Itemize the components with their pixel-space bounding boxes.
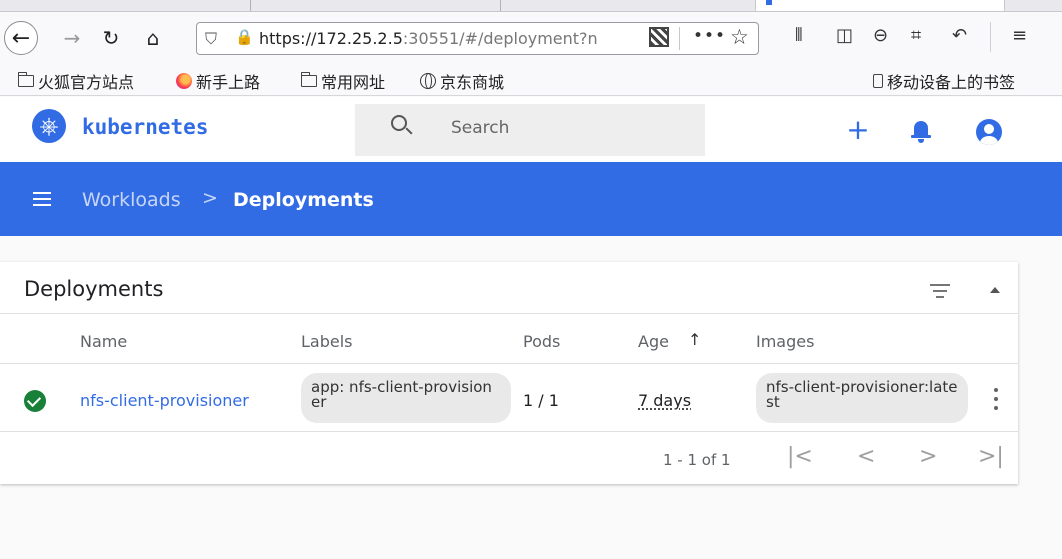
label-chip: app: nfs-client-provisioner — [301, 373, 511, 423]
account-icon[interactable]: ⊖ — [873, 25, 888, 46]
arrow-left-icon: ← — [11, 25, 31, 51]
bookmark-label: 京东商城 — [440, 73, 505, 92]
create-button[interactable]: + — [843, 113, 873, 146]
page-actions-icon[interactable]: ••• — [693, 26, 726, 46]
folder-icon — [17, 72, 34, 87]
pagination-range: 1 - 1 of 1 — [663, 451, 731, 469]
previous-page-button[interactable]: < — [857, 444, 875, 469]
home-button[interactable]: ⌂ — [137, 22, 169, 54]
more-vert-icon[interactable] — [994, 388, 998, 410]
insecure-lock-icon[interactable]: 🔒 ▲ — [235, 28, 254, 46]
home-icon: ⌂ — [146, 26, 160, 50]
column-header-pods: Pods — [523, 332, 561, 351]
toolbar: Workloads > Deployments — [0, 162, 1062, 236]
tracking-shield-icon[interactable]: ⛉ — [205, 29, 217, 49]
mobile-bookmarks[interactable]: 移动设备上的书签 — [873, 69, 1015, 93]
divider — [0, 313, 1018, 314]
next-page-button[interactable]: > — [919, 444, 937, 469]
menu-icon[interactable] — [33, 192, 51, 206]
reload-button[interactable]: ↻ — [95, 22, 127, 54]
filter-icon[interactable] — [930, 284, 950, 298]
last-page-button[interactable]: >| — [978, 444, 1004, 469]
bookmark-label: 常用网址 — [321, 73, 386, 92]
collapse-icon[interactable] — [990, 287, 1000, 293]
search-input[interactable] — [451, 118, 671, 138]
bookmark-item[interactable]: 火狐官方站点 — [17, 69, 135, 93]
url-path: :30551/#/deployment?n — [402, 29, 598, 48]
url-divider — [679, 27, 680, 50]
card-title: Deployments — [24, 277, 164, 301]
page-title: Deployments — [233, 189, 374, 211]
pods-count: 1 / 1 — [523, 391, 559, 410]
back-button[interactable]: ← — [4, 21, 38, 55]
undo-close-icon[interactable]: ↶ — [952, 25, 967, 46]
bookmark-item[interactable]: 新手上路 — [176, 69, 260, 93]
column-header-labels: Labels — [301, 332, 353, 351]
bookmark-label: 新手上路 — [196, 73, 261, 92]
app-name[interactable]: kubernetes — [82, 115, 208, 139]
arrow-right-icon: → — [63, 26, 81, 50]
notifications-button[interactable] — [911, 121, 933, 143]
breadcrumb-separator: > — [202, 187, 218, 209]
status-success-icon — [24, 390, 46, 412]
forward-button[interactable]: → — [56, 22, 88, 54]
browser-tab-strip — [0, 0, 1062, 12]
deployments-card: Deployments Name Labels Pods Age ↑ Image… — [0, 262, 1018, 484]
tab-separator — [500, 0, 501, 11]
screenshot-icon[interactable]: ⌗ — [911, 25, 921, 46]
library-icon[interactable]: ⫴ — [795, 25, 803, 46]
kubernetes-favicon-icon — [766, 0, 772, 5]
bookmark-label: 火狐官方站点 — [38, 73, 135, 92]
column-header-images: Images — [756, 332, 815, 351]
url-text[interactable]: https://172.25.2.5:30551/#/deployment?n — [259, 29, 639, 48]
globe-icon — [420, 73, 436, 89]
folder-icon — [300, 72, 317, 87]
bookmark-star-icon[interactable]: ☆ — [730, 25, 749, 49]
column-header-name[interactable]: Name — [80, 332, 127, 351]
url-bar[interactable]: ⛉ 🔒 ▲ https://172.25.2.5:30551/#/deployme… — [196, 22, 759, 55]
kubernetes-logo-icon[interactable]: ⎈ — [32, 109, 66, 143]
tab-separator — [250, 0, 251, 11]
qr-code-icon[interactable] — [649, 27, 669, 47]
firefox-icon — [176, 73, 192, 89]
mobile-device-icon — [873, 74, 883, 88]
first-page-button[interactable]: |< — [787, 444, 813, 469]
sidebar-icon[interactable]: ◫ — [836, 25, 853, 46]
reload-icon: ↻ — [102, 26, 120, 50]
bookmarks-bar: 火狐官方站点 新手上路 常用网址 京东商城 移动设备上的书签 — [0, 63, 1062, 96]
search-box[interactable] — [355, 104, 705, 156]
divider — [0, 431, 1018, 432]
column-header-age[interactable]: Age — [638, 332, 669, 351]
divider — [0, 363, 1018, 364]
toolbar-divider — [990, 22, 991, 52]
app-header: ⎈ kubernetes + — [0, 97, 1062, 162]
browser-navbar: ← → ↻ ⌂ ⛉ 🔒 ▲ https://172.25.2.5:30551/#/… — [0, 13, 1062, 63]
account-circle-icon[interactable] — [976, 119, 1002, 145]
sort-ascending-icon[interactable]: ↑ — [688, 330, 701, 349]
image-chip: nfs-client-provisioner:latest — [756, 373, 968, 423]
url-host: https://172.25.2.5 — [259, 29, 403, 48]
age-value: 7 days — [638, 391, 692, 410]
mobile-bookmarks-label: 移动设备上的书签 — [887, 73, 1016, 92]
deployment-name-link[interactable]: nfs-client-provisioner — [80, 391, 249, 410]
active-tab[interactable] — [755, 0, 1005, 11]
bookmark-item[interactable]: 常用网址 — [300, 69, 386, 93]
search-icon — [391, 115, 407, 131]
hamburger-menu-icon[interactable]: ≡ — [1012, 25, 1027, 46]
plus-icon: + — [846, 113, 870, 146]
breadcrumb-workloads[interactable]: Workloads — [82, 189, 181, 211]
bookmark-item[interactable]: 京东商城 — [420, 69, 504, 93]
